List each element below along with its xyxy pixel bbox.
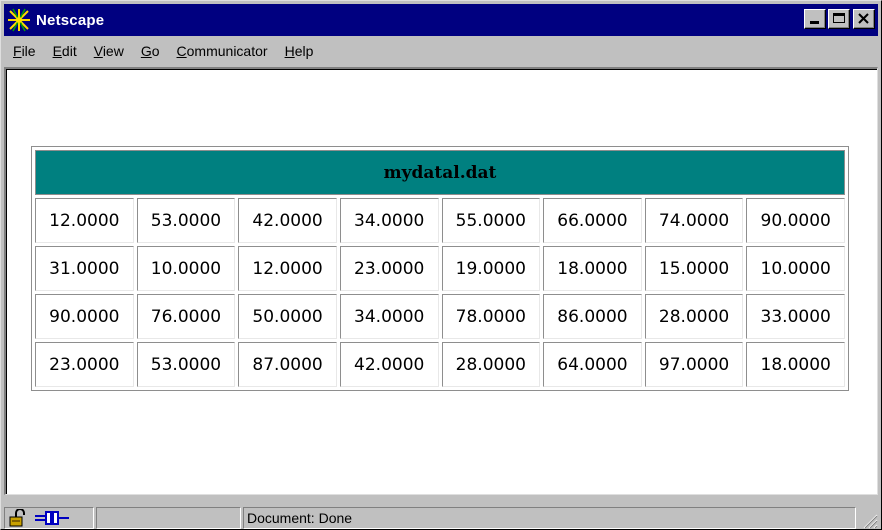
browser-window: Netscape File Edit View Go Communicator … [0, 0, 882, 530]
menu-edit-mnemonic: E [52, 43, 62, 59]
status-text: Document: Done [243, 507, 856, 529]
minimize-button[interactable] [804, 9, 826, 29]
table-cell: 64.0000 [543, 342, 642, 387]
table-cell: 42.0000 [238, 198, 337, 243]
menu-file[interactable]: File [4, 43, 44, 59]
table-cell: 66.0000 [543, 198, 642, 243]
table-cell: 90.0000 [35, 294, 134, 339]
table-cell: 34.0000 [339, 294, 439, 339]
menu-edit[interactable]: Edit [44, 43, 85, 59]
status-bar: Document: Done [4, 507, 878, 529]
table-cell: 12.0000 [238, 246, 337, 291]
table-row: 31.0000 10.0000 12.0000 23.0000 19.0000 … [35, 246, 845, 291]
close-button[interactable] [853, 9, 875, 29]
menu-communicator[interactable]: Communicator [168, 43, 276, 59]
connection-plug-icon[interactable] [34, 509, 70, 527]
table-cell: 19.0000 [441, 246, 541, 291]
table-cell: 18.0000 [746, 342, 845, 387]
table-cell: 53.0000 [136, 342, 236, 387]
table-cell: 31.0000 [35, 246, 134, 291]
table-cell: 86.0000 [543, 294, 642, 339]
table-cell: 18.0000 [543, 246, 642, 291]
table-cell: 90.0000 [746, 198, 845, 243]
table-cell: 10.0000 [136, 246, 236, 291]
menu-file-label: ile [21, 43, 36, 59]
window-title: Netscape [36, 11, 105, 29]
table-cell: 23.0000 [339, 246, 439, 291]
table-cell: 34.0000 [339, 198, 439, 243]
menu-bar: File Edit View Go Communicator Help [4, 38, 878, 64]
table-cell: 87.0000 [238, 342, 337, 387]
table-cell: 76.0000 [136, 294, 236, 339]
menu-go-mnemonic: G [140, 43, 152, 59]
menu-view-label: iew [102, 43, 124, 59]
table-cell: 10.0000 [746, 246, 845, 291]
status-progress-panel [96, 507, 241, 529]
table-cell: 23.0000 [35, 342, 134, 387]
menu-help-label: elp [294, 43, 314, 59]
maximize-button[interactable] [828, 9, 850, 29]
table-cell: 42.0000 [339, 342, 439, 387]
menu-view-mnemonic: V [93, 43, 103, 59]
table-cell: 55.0000 [441, 198, 541, 243]
table-cell: 12.0000 [35, 198, 134, 243]
menu-help-mnemonic: H [284, 43, 295, 59]
table-row: 23.0000 53.0000 87.0000 42.0000 28.0000 … [35, 342, 845, 387]
resize-grip[interactable] [858, 507, 878, 529]
resize-grip-icon [863, 514, 878, 529]
table-cell: 33.0000 [746, 294, 845, 339]
table-cell: 15.0000 [644, 246, 744, 291]
close-icon [858, 13, 869, 24]
security-lock-icon[interactable] [8, 509, 30, 527]
netscape-app-icon[interactable] [7, 8, 31, 32]
menu-go-label: o [151, 43, 160, 59]
table-row: 12.0000 53.0000 42.0000 34.0000 55.0000 … [35, 198, 845, 243]
maximize-icon [833, 13, 845, 23]
menu-help[interactable]: Help [276, 43, 322, 59]
data-table: mydatal.dat 12.0000 53.0000 42.0000 34.0… [31, 146, 849, 391]
table-cell: 50.0000 [238, 294, 337, 339]
menu-communicator-label: ommunicator [186, 43, 268, 59]
table-cell: 74.0000 [644, 198, 744, 243]
menu-go[interactable]: Go [132, 43, 168, 59]
menu-communicator-mnemonic: C [176, 43, 187, 59]
menu-view[interactable]: View [85, 43, 132, 59]
table-cell: 28.0000 [644, 294, 744, 339]
table-cell: 97.0000 [644, 342, 744, 387]
menu-file-mnemonic: F [13, 43, 22, 59]
table-cell: 78.0000 [441, 294, 541, 339]
page-content[interactable]: mydatal.dat 12.0000 53.0000 42.0000 34.0… [4, 67, 878, 495]
minimize-icon [810, 21, 819, 24]
status-icons-panel [4, 507, 94, 529]
title-bar[interactable]: Netscape [4, 4, 878, 36]
table-cell: 53.0000 [136, 198, 236, 243]
table-title: mydatal.dat [35, 150, 845, 195]
table-cell: 28.0000 [441, 342, 541, 387]
menu-edit-label: dit [61, 43, 77, 59]
table-row: 90.0000 76.0000 50.0000 34.0000 78.0000 … [35, 294, 845, 339]
